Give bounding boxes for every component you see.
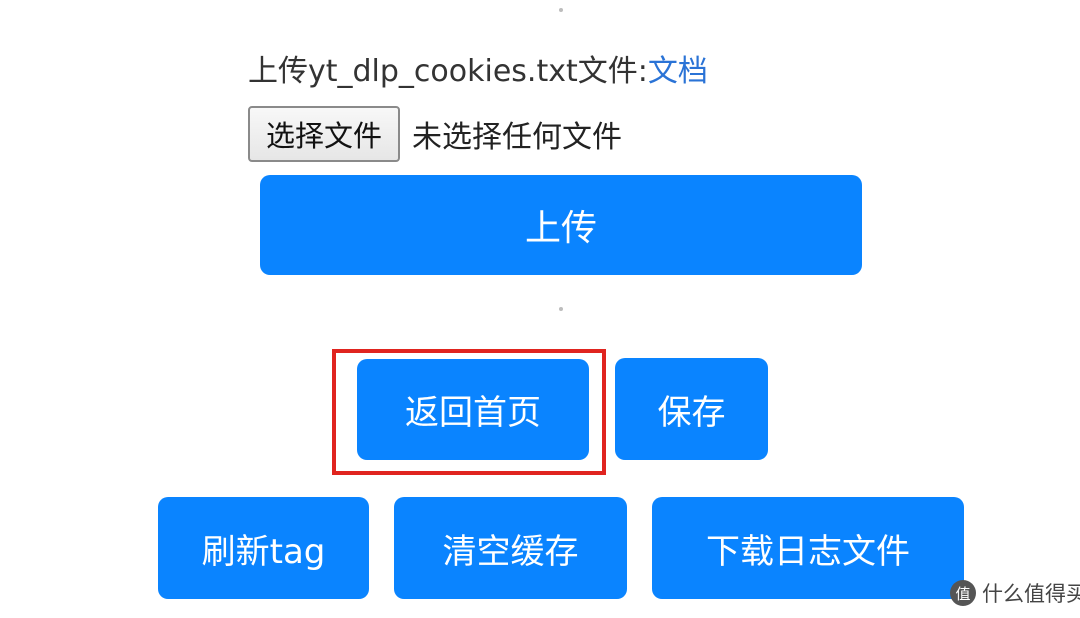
divider-dot xyxy=(559,307,563,311)
divider-dot xyxy=(559,8,563,12)
watermark-text: 什么值得买 xyxy=(982,582,1080,606)
choose-file-button[interactable]: 选择文件 xyxy=(248,106,401,162)
file-status-text: 未选择任何文件 xyxy=(412,120,623,155)
clear-cache-button[interactable]: 清空缓存 xyxy=(394,497,627,599)
save-button[interactable]: 保存 xyxy=(615,358,768,460)
refresh-tag-button[interactable]: 刷新tag xyxy=(158,497,369,599)
doc-link[interactable]: 文档 xyxy=(648,54,708,89)
download-log-button[interactable]: 下载日志文件 xyxy=(652,497,964,599)
upload-label: 上传yt_dlp_cookies.txt文件:文档 xyxy=(248,52,708,92)
file-picker: 选择文件 未选择任何文件 xyxy=(248,106,622,162)
upload-label-text: 上传yt_dlp_cookies.txt文件: xyxy=(248,54,648,89)
watermark-logo-icon: 值 xyxy=(950,580,976,606)
watermark: 值 什么值得买 xyxy=(950,578,1080,608)
home-button[interactable]: 返回首页 xyxy=(357,359,589,460)
upload-button[interactable]: 上传 xyxy=(260,175,862,275)
